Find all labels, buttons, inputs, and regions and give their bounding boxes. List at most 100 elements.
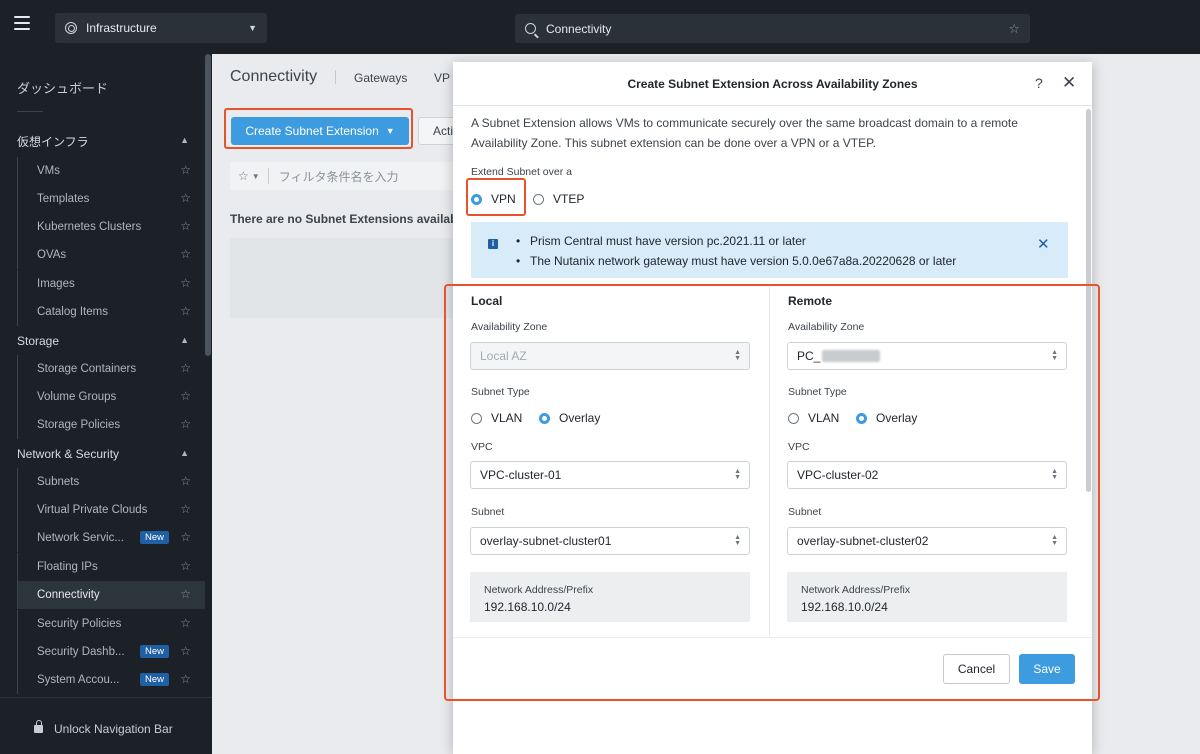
star-icon[interactable]: ☆ xyxy=(180,616,191,630)
sidebar-divider xyxy=(17,111,43,112)
close-icon[interactable]: ✕ xyxy=(1062,73,1076,93)
tab-vpn[interactable]: VP xyxy=(434,71,450,85)
new-badge: New xyxy=(139,531,169,544)
new-badge: New xyxy=(139,645,169,658)
star-icon[interactable]: ☆ xyxy=(180,587,191,601)
section-title: Storage xyxy=(17,334,60,348)
search-value: Connectivity xyxy=(546,21,612,36)
page-title: Connectivity xyxy=(230,68,318,85)
star-icon[interactable]: ☆ xyxy=(180,417,191,431)
nav-label: Subnets xyxy=(37,476,80,488)
sidebar-item-dashboard[interactable]: ダッシュボード xyxy=(17,78,108,97)
filter-input[interactable]: フィルタ条件名を入力 xyxy=(279,168,399,185)
sidebar-section-storage[interactable]: Storage ▲ xyxy=(0,328,205,354)
sidebar-item-catalog-items[interactable]: Catalog Items ☆ xyxy=(17,298,205,326)
star-icon[interactable]: ☆ xyxy=(238,169,249,183)
highlight-form-panel xyxy=(444,284,1100,701)
hamburger-icon[interactable] xyxy=(14,16,30,30)
star-icon[interactable]: ☆ xyxy=(180,389,191,403)
nav-label: Templates xyxy=(37,193,90,205)
chevron-up-icon: ▲ xyxy=(180,335,189,345)
nav-label: Storage Policies xyxy=(37,419,121,431)
sidebar-item-volume-groups[interactable]: Volume Groups ☆ xyxy=(17,383,205,411)
sidebar-item-network-services[interactable]: Network Servic... New ☆ xyxy=(17,524,205,552)
sidebar: ダッシュボード 仮想インフラ ▲ VMs ☆ Templates ☆ Kuberne… xyxy=(0,54,212,754)
info-line: • Prism Central must have version pc.2021… xyxy=(516,234,806,248)
nav-label: Security Policies xyxy=(37,618,122,630)
dialog-description: A Subnet Extension allows VMs to communi… xyxy=(471,116,1018,150)
star-icon[interactable]: ☆ xyxy=(180,247,191,261)
sidebar-item-vms[interactable]: VMs ☆ xyxy=(17,157,205,185)
star-icon[interactable]: ☆ xyxy=(180,474,191,488)
info-banner: i • Prism Central must have version pc.20… xyxy=(471,222,1068,278)
nav-label: Catalog Items xyxy=(37,306,108,318)
nav-label: Kubernetes Clusters xyxy=(37,221,142,233)
star-icon[interactable]: ☆ xyxy=(180,361,191,375)
sidebar-item-kubernetes-clusters[interactable]: Kubernetes Clusters ☆ xyxy=(17,213,205,241)
close-icon[interactable]: ✕ xyxy=(1037,235,1050,253)
top-bar: Infrastructure ▼ Connectivity ☆ xyxy=(0,0,1200,54)
sidebar-item-virtual-private-clouds[interactable]: Virtual Private Clouds ☆ xyxy=(17,496,205,524)
section-title: Network & Security xyxy=(17,447,120,461)
sidebar-item-floating-ips[interactable]: Floating IPs ☆ xyxy=(17,553,205,581)
chevron-down-icon: ▼ xyxy=(251,171,260,181)
sidebar-section-network-security[interactable]: Network & Security ▲ xyxy=(0,441,205,467)
favorite-star-icon[interactable]: ☆ xyxy=(1008,21,1020,37)
star-icon[interactable]: ☆ xyxy=(180,163,191,177)
sidebar-item-subnets[interactable]: Subnets ☆ xyxy=(17,468,205,496)
unlock-label: Unlock Navigation Bar xyxy=(54,722,173,736)
help-icon[interactable]: ? xyxy=(1035,75,1043,91)
section-title: 仮想インフラ xyxy=(17,134,89,149)
app-name: Infrastructure xyxy=(86,21,157,35)
star-icon[interactable]: ☆ xyxy=(180,530,191,544)
unlock-navigation-button[interactable]: Unlock Navigation Bar xyxy=(34,720,173,736)
nav-label: Floating IPs xyxy=(37,561,98,573)
lock-icon xyxy=(34,720,43,733)
global-search-input[interactable]: Connectivity ☆ xyxy=(515,14,1030,43)
info-text: The Nutanix network gateway must have ve… xyxy=(530,254,957,268)
nav-label: Network Servic... xyxy=(37,532,124,544)
star-icon[interactable]: ☆ xyxy=(180,644,191,658)
star-icon[interactable]: ☆ xyxy=(180,276,191,290)
info-icon: i xyxy=(488,239,498,249)
extend-subnet-label: Extend Subnet over a xyxy=(471,166,572,178)
tab-gateways[interactable]: Gateways xyxy=(354,71,407,85)
filter-bar[interactable]: ☆ ▼ フィルタ条件名を入力 xyxy=(230,162,470,190)
sidebar-item-images[interactable]: Images ☆ xyxy=(17,270,205,298)
nav-label: Connectivity xyxy=(37,589,100,601)
star-icon[interactable]: ☆ xyxy=(180,191,191,205)
app-switcher-icon xyxy=(65,22,77,34)
nav-label: VMs xyxy=(37,165,60,177)
app-switcher[interactable]: Infrastructure ▼ xyxy=(55,13,267,43)
star-icon[interactable]: ☆ xyxy=(180,559,191,573)
nav-label: Volume Groups xyxy=(37,391,117,403)
sidebar-item-ovas[interactable]: OVAs ☆ xyxy=(17,241,205,269)
highlight-vpn-option xyxy=(466,178,526,216)
radio-label: VTEP xyxy=(553,192,585,206)
empty-state-panel xyxy=(230,238,470,318)
radio-dot xyxy=(533,193,544,205)
nav-label: OVAs xyxy=(37,249,67,261)
nav-label: Storage Containers xyxy=(37,363,137,375)
sidebar-item-security-dashboard[interactable]: Security Dashb... New ☆ xyxy=(17,638,205,666)
star-icon[interactable]: ☆ xyxy=(180,672,191,686)
sidebar-item-templates[interactable]: Templates ☆ xyxy=(17,185,205,213)
star-icon[interactable]: ☆ xyxy=(180,304,191,318)
sidebar-item-security-policies[interactable]: Security Policies ☆ xyxy=(17,610,205,638)
sidebar-item-connectivity[interactable]: Connectivity ☆ xyxy=(17,581,205,609)
sidebar-item-storage-containers[interactable]: Storage Containers ☆ xyxy=(17,355,205,383)
chevron-down-icon: ▼ xyxy=(248,23,257,33)
info-text: Prism Central must have version pc.2021.… xyxy=(530,234,806,248)
nav-label: Virtual Private Clouds xyxy=(37,504,148,516)
sidebar-item-system-accounts[interactable]: System Accou... New ☆ xyxy=(17,666,205,694)
dialog-title: Create Subnet Extension Across Availabil… xyxy=(627,77,918,91)
sidebar-scrollbar[interactable] xyxy=(205,54,211,356)
sidebar-section-virtual-infra[interactable]: 仮想インフラ ▲ xyxy=(0,128,205,154)
search-icon xyxy=(525,23,536,34)
sidebar-item-storage-policies[interactable]: Storage Policies ☆ xyxy=(17,411,205,439)
radio-vtep[interactable]: VTEP xyxy=(533,192,584,206)
star-icon[interactable]: ☆ xyxy=(180,219,191,233)
chevron-up-icon: ▲ xyxy=(180,135,189,145)
star-icon[interactable]: ☆ xyxy=(180,502,191,516)
nav-label: System Accou... xyxy=(37,674,120,686)
